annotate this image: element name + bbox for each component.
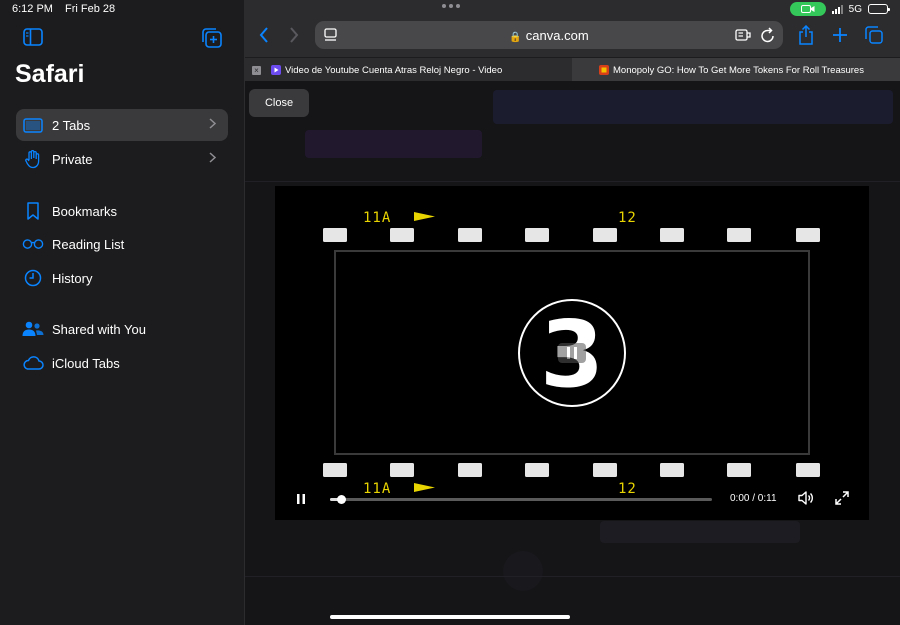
signal-icon xyxy=(831,4,843,14)
bookmark-icon xyxy=(22,201,44,221)
battery-icon xyxy=(868,4,890,14)
volume-icon[interactable] xyxy=(797,490,815,506)
chevron-right-icon xyxy=(209,152,216,163)
lock-icon: 🔒 xyxy=(509,32,522,43)
film-arrow-top xyxy=(414,212,435,221)
tabs-icon xyxy=(22,115,44,135)
film-label-12-top: 12 xyxy=(618,210,637,226)
video-scrubber-knob[interactable] xyxy=(337,495,347,504)
people-icon xyxy=(22,319,44,339)
sidebar-title: Safari xyxy=(15,60,85,88)
tab-group-label: Private xyxy=(52,151,93,167)
countdown-film-frame: 11A 12 11A 12 3 xyxy=(323,210,820,497)
cloud-icon xyxy=(22,353,44,373)
network-label: 5G xyxy=(848,3,862,15)
sprocket-hole xyxy=(323,463,347,477)
page-timeline xyxy=(600,521,800,543)
sidebar-item-history[interactable]: History xyxy=(16,262,228,294)
status-bar-left: 6:12 PM Fri Feb 28 xyxy=(12,3,115,15)
video-player[interactable]: 11A 12 11A 12 3 0:00 / 0:11 xyxy=(275,186,869,520)
sprocket-hole xyxy=(525,228,549,242)
sprocket-hole xyxy=(660,463,684,477)
sprocket-hole xyxy=(525,463,549,477)
video-time: 0:00 / 0:11 xyxy=(730,493,777,504)
safari-sidebar: Safari 2 Tabs Private Bookmarks Reading … xyxy=(0,0,245,625)
video-controls: 0:00 / 0:11 xyxy=(275,480,869,520)
film-label-11a-top: 11A xyxy=(363,210,391,226)
reader-extension-icon[interactable] xyxy=(735,28,751,42)
address-url: 🔒 canva.com xyxy=(315,28,783,43)
status-bar-right: 5G xyxy=(789,2,890,16)
center-pause-icon xyxy=(558,343,586,363)
sidebar-item-label: Reading List xyxy=(52,236,125,252)
reload-icon[interactable] xyxy=(761,27,775,43)
sprocket-hole xyxy=(727,463,751,477)
home-indicator[interactable] xyxy=(330,615,570,619)
page-banner xyxy=(493,90,893,124)
pause-icon[interactable] xyxy=(295,492,307,506)
new-tab-group-icon[interactable] xyxy=(202,28,222,53)
clock-icon xyxy=(22,268,44,288)
tab-bar: × Video de Youtube Cuenta Atras Reloj Ne… xyxy=(245,57,900,82)
sprocket-hole xyxy=(390,463,414,477)
page-divider xyxy=(245,181,900,182)
tab-monopoly-go[interactable]: Monopoly GO: How To Get More Tokens For … xyxy=(572,58,900,82)
tab-title: Video de Youtube Cuenta Atras Reloj Negr… xyxy=(285,64,503,76)
sprocket-hole xyxy=(458,228,482,242)
tab-close-icon[interactable]: × xyxy=(252,65,261,75)
status-date: Fri Feb 28 xyxy=(64,3,116,15)
sprocket-hole xyxy=(660,228,684,242)
site-favicon-icon xyxy=(599,65,609,75)
page-play-circle xyxy=(503,551,543,591)
forward-icon[interactable] xyxy=(289,27,299,43)
sidebar-toggle-icon[interactable] xyxy=(23,28,43,51)
video-progress-bar[interactable] xyxy=(330,495,712,504)
multitasking-dots[interactable] xyxy=(442,4,460,8)
video-favicon-icon xyxy=(271,65,281,75)
sprocket-holes-top xyxy=(323,228,820,242)
page-divider-bottom xyxy=(245,576,900,577)
back-icon[interactable] xyxy=(259,27,269,43)
sprocket-holes-bottom xyxy=(323,463,820,477)
sidebar-item-reading-list[interactable]: Reading List xyxy=(16,228,228,260)
tab-overview-icon[interactable] xyxy=(865,26,883,44)
sprocket-hole xyxy=(593,228,617,242)
address-bar[interactable]: 🔒 canva.com xyxy=(315,21,783,49)
tab-title: Monopoly GO: How To Get More Tokens For … xyxy=(613,64,864,76)
close-button[interactable]: Close xyxy=(249,89,309,117)
sidebar-item-label: History xyxy=(52,270,93,286)
sprocket-hole xyxy=(593,463,617,477)
share-icon[interactable] xyxy=(798,25,814,45)
hand-icon xyxy=(22,149,44,169)
tab-group-2-tabs[interactable]: 2 Tabs xyxy=(16,109,228,141)
chevron-right-icon xyxy=(209,118,216,129)
sidebar-item-label: Bookmarks xyxy=(52,203,118,219)
sprocket-hole xyxy=(796,463,820,477)
fullscreen-icon[interactable] xyxy=(834,490,850,506)
sprocket-hole xyxy=(796,228,820,242)
sidebar-item-shared-with-you[interactable]: Shared with You xyxy=(16,313,228,345)
new-tab-icon[interactable] xyxy=(832,27,848,43)
sprocket-hole xyxy=(323,228,347,242)
sprocket-hole xyxy=(458,463,482,477)
sidebar-item-bookmarks[interactable]: Bookmarks xyxy=(16,195,228,227)
sidebar-item-label: Shared with You xyxy=(52,321,146,337)
sprocket-hole xyxy=(727,228,751,242)
sidebar-item-icloud-tabs[interactable]: iCloud Tabs xyxy=(16,347,228,379)
tab-group-private[interactable]: Private xyxy=(16,143,228,175)
page-button xyxy=(305,130,482,158)
status-time: 6:12 PM xyxy=(12,3,53,15)
facetime-call-icon[interactable] xyxy=(789,2,826,16)
url-text: canva.com xyxy=(525,28,589,43)
sidebar-item-label: iCloud Tabs xyxy=(52,355,120,371)
tab-video-youtube[interactable]: × Video de Youtube Cuenta Atras Reloj Ne… xyxy=(245,58,572,82)
tab-group-label: 2 Tabs xyxy=(52,117,91,133)
glasses-icon xyxy=(22,234,44,254)
sprocket-hole xyxy=(390,228,414,242)
